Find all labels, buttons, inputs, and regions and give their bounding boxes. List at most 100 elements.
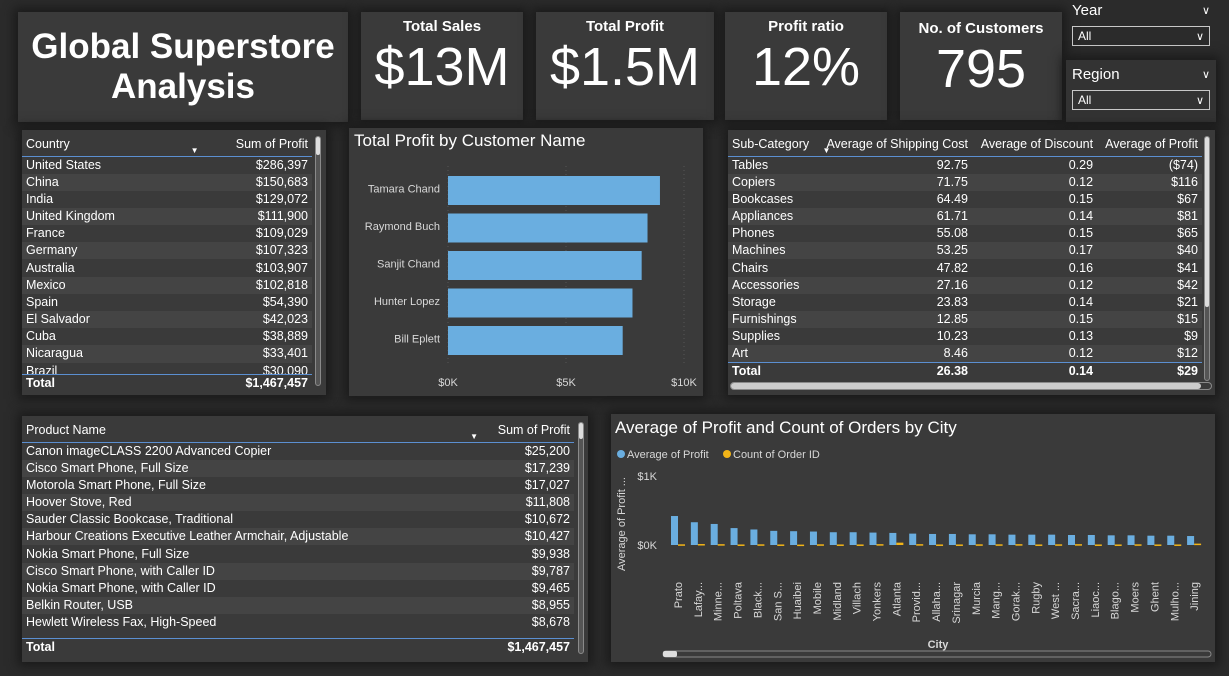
table-row[interactable]: Sauder Classic Bookcase, Traditional $10,… — [22, 511, 574, 528]
table-row[interactable]: Motorola Smart Phone, Full Size $17,027 — [22, 477, 574, 494]
region-slicer[interactable]: Region ∨ All ∨ — [1066, 60, 1216, 122]
column-header-label: Sum of Profit — [235, 137, 308, 151]
column-header-avg-profit[interactable]: Average of Profit — [1097, 130, 1202, 156]
scrollbar-thumb[interactable] — [316, 137, 320, 155]
year-slicer[interactable]: Year ∨ All ∨ — [1066, 0, 1216, 46]
scrollbar-thumb[interactable] — [731, 383, 1201, 389]
table-row[interactable]: Spain $54,390 — [22, 294, 312, 311]
kpi-card-total-sales[interactable]: Total Sales $13M — [361, 12, 523, 120]
city-profit-orders-chart[interactable]: Average of Profit and Count of Orders by… — [611, 414, 1215, 662]
table-row[interactable]: Belkin Router, USB $8,955 — [22, 597, 574, 615]
kpi-card-profit-ratio[interactable]: Profit ratio 12% — [725, 12, 887, 120]
table-cell: El Salvador — [22, 311, 181, 329]
table-cell: Hoover Stove, Red — [22, 493, 467, 512]
table-cell: 53.25 — [816, 242, 972, 260]
table-row[interactable]: Storage 23.83 0.14 $21 — [728, 294, 1202, 311]
order-count-bar — [797, 544, 805, 547]
chevron-down-icon[interactable]: ∨ — [1202, 68, 1210, 81]
table-row[interactable]: Nicaragua $33,401 — [22, 345, 312, 363]
column-header-sum-of-profit[interactable]: Sum of Profit ▼ — [466, 416, 574, 442]
customer-bar-chart-svg: Tamara Chand Raymond Buch Sanjit Chand Hunt… — [365, 166, 698, 389]
x-tick-label: Allaha... — [931, 582, 943, 622]
column-header-discount[interactable]: Average of Discount — [972, 130, 1097, 156]
table-row[interactable]: Harbour Creations Executive Leather Armc… — [22, 528, 574, 546]
subcategory-table[interactable]: Sub-Category Average of Shipping Cost ▼ A… — [728, 130, 1215, 395]
table-row[interactable]: Hoover Stove, Red $11,808 — [22, 493, 574, 512]
x-tick-label: Yonkers — [872, 582, 884, 622]
table-cell: $107,323 — [180, 242, 312, 260]
table-row[interactable]: Nokia Smart Phone, with Caller ID $9,465 — [22, 580, 574, 597]
table-row[interactable]: United States $286,397 — [22, 156, 312, 174]
kpi-label: No. of Customers — [918, 20, 1044, 37]
table-cell: $9,938 — [531, 546, 570, 561]
table-row[interactable]: Bookcases 64.49 0.15 $67 — [728, 191, 1202, 208]
table-row[interactable]: Australia $103,907 — [22, 259, 312, 276]
table-cell: Hewlett Wireless Fax, High-Speed — [26, 615, 217, 630]
table-cell: Cisco Smart Phone, Full Size — [22, 459, 467, 477]
chevron-down-icon[interactable]: ∨ — [1202, 4, 1210, 17]
table-row[interactable]: El Salvador $42,023 — [22, 311, 312, 329]
table-row[interactable]: Germany $107,323 — [22, 242, 312, 260]
scrollbar-thumb[interactable] — [579, 423, 583, 439]
column-header-shipping-cost[interactable]: Average of Shipping Cost ▼ — [817, 130, 972, 156]
table-cell: 0.17 — [971, 242, 1098, 260]
column-header-country[interactable]: Country — [22, 130, 181, 156]
table-row[interactable]: Copiers 71.75 0.12 $116 — [728, 173, 1202, 191]
table-row[interactable]: Supplies 10.23 0.13 $9 — [728, 328, 1202, 345]
table-cell: 12.85 — [816, 311, 972, 329]
table-cell: India — [26, 191, 54, 206]
table-row[interactable]: India $129,072 — [22, 191, 312, 208]
table-row[interactable]: Canon imageCLASS 2200 Advanced Copier $25… — [22, 442, 574, 460]
vertical-scrollbar[interactable] — [1204, 136, 1210, 381]
kpi-value: $1.5M — [549, 37, 701, 97]
table-row[interactable]: Appliances 61.71 0.14 $81 — [728, 207, 1202, 226]
profit-bar — [690, 522, 698, 545]
x-tick-label: Mang... — [991, 582, 1003, 619]
table-row[interactable]: Phones 55.08 0.15 $65 — [728, 225, 1202, 242]
table-row[interactable]: United Kingdom $111,900 — [22, 207, 312, 226]
order-count-bar — [856, 544, 864, 546]
table-cell: Accessories — [728, 276, 817, 294]
table-row[interactable]: Cisco Smart Phone, Full Size $17,239 — [22, 459, 574, 477]
table-row[interactable]: France $109,029 — [22, 225, 312, 242]
table-row[interactable]: Cuba $38,889 — [22, 328, 312, 345]
kpi-card-customers[interactable]: No. of Customers 795 — [900, 12, 1062, 120]
table-row[interactable]: Art 8.46 0.12 $12 — [728, 345, 1202, 363]
x-tick-label: Ghent — [1149, 582, 1161, 612]
table-row[interactable]: Tables 92.75 0.29 ($74) — [728, 156, 1202, 174]
x-tick-label: Blago... — [1110, 582, 1122, 619]
column-header-sub-category[interactable]: Sub-Category — [728, 130, 817, 156]
table-row[interactable]: Machines 53.25 0.17 $40 — [728, 242, 1202, 260]
table-cell: Appliances — [728, 207, 817, 226]
table-cell: $10,427 — [466, 528, 574, 546]
country-profit-table[interactable]: Country Sum of Profit ▼ United States $286… — [22, 130, 326, 395]
vertical-scrollbar[interactable] — [315, 136, 321, 386]
table-row[interactable]: Nokia Smart Phone, Full Size $9,938 — [22, 545, 574, 562]
table-row[interactable]: Accessories 27.16 0.12 $42 — [728, 276, 1202, 294]
column-header-product-name[interactable]: Product Name — [22, 416, 466, 442]
x-tick-label: Mobile — [812, 582, 824, 614]
table-row[interactable]: Mexico $102,818 — [22, 276, 312, 294]
kpi-card-total-profit[interactable]: Total Profit $1.5M — [536, 12, 714, 120]
table-cell: 0.16 — [1068, 260, 1094, 275]
product-profit-table[interactable]: Product Name Sum of Profit ▼ Canon imageC… — [22, 416, 588, 662]
table-cell: $9,465 — [531, 580, 570, 595]
bar — [448, 288, 633, 318]
year-dropdown[interactable]: All ∨ — [1072, 26, 1210, 46]
table-cell: $42,023 — [180, 311, 312, 329]
scrollbar-thumb[interactable] — [1205, 137, 1209, 307]
table-row[interactable]: China $150,683 — [22, 173, 312, 191]
vertical-scrollbar[interactable] — [578, 422, 584, 654]
table-row[interactable]: Furnishings 12.85 0.15 $15 — [728, 311, 1202, 329]
table-cell: Copiers — [728, 173, 817, 191]
order-count-bar — [876, 544, 884, 546]
customer-profit-chart[interactable]: Total Profit by Customer Name Tamara Cha… — [349, 128, 703, 396]
table-row[interactable]: Cisco Smart Phone, with Caller ID $9,787 — [22, 562, 574, 580]
table-cell: $42 — [1097, 276, 1202, 294]
region-dropdown[interactable]: All ∨ — [1072, 90, 1210, 110]
column-header-sum-of-profit[interactable]: Sum of Profit ▼ — [181, 130, 312, 156]
profit-bar — [869, 532, 877, 545]
table-row[interactable]: Chairs 47.82 0.16 $41 — [728, 259, 1202, 276]
horizontal-scrollbar[interactable] — [730, 382, 1212, 390]
table-row[interactable]: Hewlett Wireless Fax, High-Speed $8,678 — [22, 614, 574, 631]
